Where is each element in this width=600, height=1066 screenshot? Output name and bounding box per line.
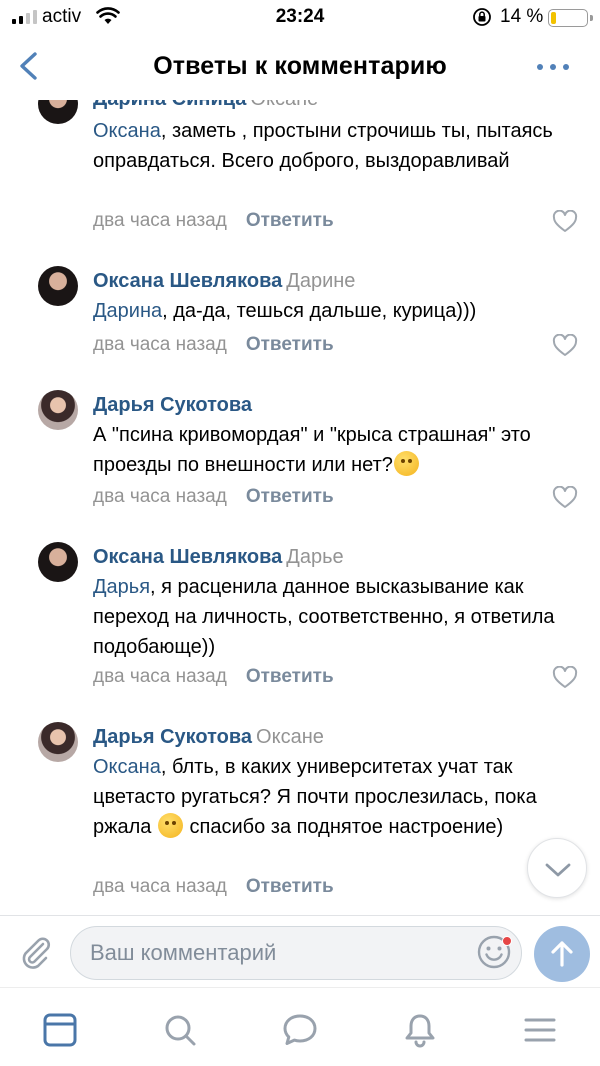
tab-menu[interactable] [520, 1010, 560, 1050]
author-name[interactable]: Дарья Сукотова [93, 726, 252, 748]
tab-search[interactable] [160, 1010, 200, 1050]
battery-icon [548, 9, 593, 27]
reply-button[interactable]: Ответить [246, 876, 334, 897]
reply-button[interactable]: Ответить [246, 666, 334, 687]
comment-text: А "псина кривомордая" и "крыса страшная"… [93, 424, 531, 476]
battery-percentage: 14 % [500, 6, 544, 27]
search-icon [165, 1015, 196, 1046]
avatar[interactable] [38, 266, 78, 306]
comment-meta: два часа назад Ответить [93, 210, 334, 232]
timestamp: два часа назад [93, 876, 227, 897]
heart-icon[interactable] [552, 334, 578, 358]
reply-button[interactable]: Ответить [246, 334, 334, 355]
news-feed-icon [43, 1013, 77, 1047]
author-name[interactable]: Дарья Сукотова [93, 394, 252, 416]
addressee: Дарине [286, 270, 356, 292]
timestamp: два часа назад [93, 334, 227, 355]
timestamp: два часа назад [93, 486, 227, 507]
send-button[interactable] [534, 926, 590, 982]
tab-notifications[interactable] [400, 1010, 440, 1050]
comment-text: Оксана, блть, в каких университетах учат… [93, 756, 537, 838]
notifications-icon [405, 1014, 435, 1048]
comment-header: Оксана Шевлякова Дарине [93, 270, 355, 293]
avatar[interactable] [38, 100, 78, 124]
tab-news-feed[interactable] [40, 1010, 80, 1050]
arrow-up-icon [551, 941, 573, 967]
more-options-button[interactable] [528, 54, 578, 80]
timestamp: два часа назад [93, 666, 227, 687]
avatar[interactable] [38, 542, 78, 582]
mention-link[interactable]: Дарья [93, 576, 150, 598]
navigation-header: Ответы к комментарию [0, 34, 600, 100]
addressee: Оксане [250, 100, 318, 110]
paperclip-icon [22, 937, 50, 969]
rotation-lock-icon [473, 8, 491, 26]
timestamp: два часа назад [93, 210, 227, 231]
author-name[interactable]: Оксана Шевлякова [93, 546, 282, 568]
comment-text: Дарина, да-да, тешься дальше, курица))) [93, 300, 477, 322]
comment-composer [0, 915, 600, 987]
comment-input[interactable] [70, 926, 522, 980]
chevron-down-icon [545, 863, 571, 877]
bottom-tab-bar [0, 987, 600, 1066]
messages-icon [283, 1014, 317, 1045]
author-name[interactable]: Дарина Синица [93, 100, 246, 110]
tab-messages[interactable] [280, 1010, 320, 1050]
reply-button[interactable]: Ответить [246, 210, 334, 231]
comment-header: Дарина Синица Оксане [93, 100, 318, 111]
menu-icon [524, 1018, 556, 1042]
comment-meta: два часа назад Ответить [93, 334, 334, 356]
comment-meta: два часа назад Ответить [93, 876, 334, 898]
reply-thread: Дарина Синица Оксане Оксана, заметь , про… [0, 100, 600, 915]
thinking-face-emoji [393, 451, 419, 476]
comment-meta: два часа назад Ответить [93, 486, 334, 508]
comment-text: Оксана, заметь , простыни строчишь ты, п… [93, 120, 553, 172]
reply-button[interactable]: Ответить [246, 486, 334, 507]
comment-header: Дарья Сукотова Оксане [93, 726, 324, 749]
heart-icon[interactable] [552, 210, 578, 234]
addressee: Дарье [286, 546, 344, 568]
comment-meta: два часа назад Ответить [93, 666, 334, 688]
mention-link[interactable]: Дарина [93, 300, 162, 322]
scroll-down-button[interactable] [527, 838, 587, 898]
addressee: Оксане [256, 726, 324, 748]
avatar[interactable] [38, 390, 78, 430]
notification-dot [502, 936, 512, 946]
comment-text: Дарья, я расценила данное высказывание к… [93, 576, 555, 658]
attach-button[interactable] [16, 932, 54, 972]
mention-link[interactable]: Оксана [93, 120, 161, 142]
comment-header: Оксана Шевлякова Дарье [93, 546, 344, 569]
status-bar: activ 23:24 14 % [0, 0, 600, 34]
comment-header: Дарья Сукотова [93, 394, 252, 417]
author-name[interactable]: Оксана Шевлякова [93, 270, 282, 292]
avatar[interactable] [38, 722, 78, 762]
page-title: Ответы к комментарию [153, 52, 447, 80]
laughing-crying-emoji [157, 813, 183, 838]
heart-icon[interactable] [552, 486, 578, 510]
mention-link[interactable]: Оксана [93, 756, 161, 778]
heart-icon[interactable] [552, 666, 578, 690]
